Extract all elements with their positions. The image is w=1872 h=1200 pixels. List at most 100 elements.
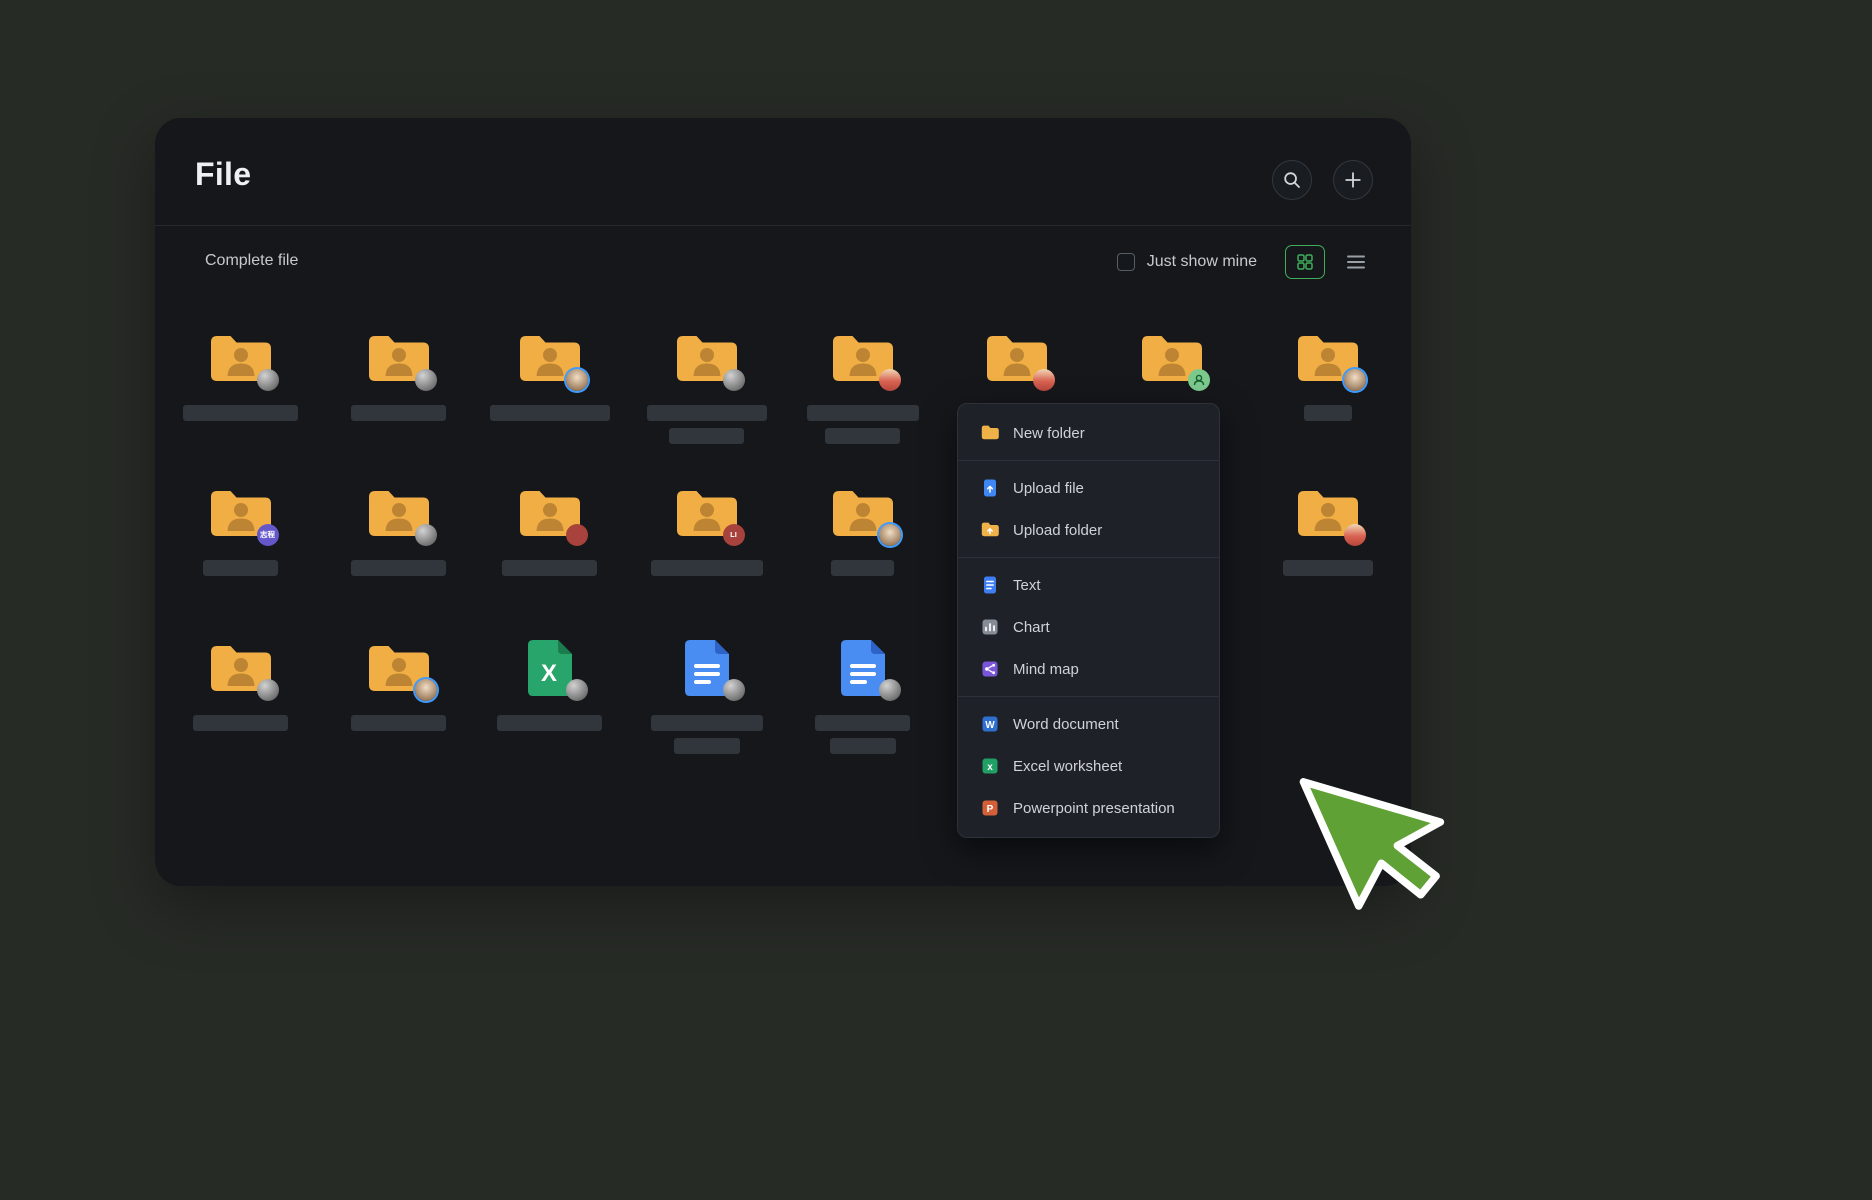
ppt-icon: P xyxy=(980,798,1000,818)
file-name-placeholder xyxy=(183,405,298,421)
collaborator-avatar xyxy=(566,369,588,391)
collaborator-avatar xyxy=(879,369,901,391)
menu-item-label: Mind map xyxy=(1013,661,1079,678)
collaborator-avatar xyxy=(415,679,437,701)
file-label xyxy=(471,405,628,421)
file-label xyxy=(784,560,941,576)
file-label xyxy=(628,405,785,444)
file-item[interactable]: X xyxy=(471,633,628,731)
folder-icon xyxy=(938,323,1095,393)
folder-icon xyxy=(1249,478,1406,548)
folder-icon xyxy=(1249,323,1406,393)
file-name-placeholder xyxy=(502,560,597,576)
file-name-placeholder xyxy=(1304,405,1352,421)
file-item[interactable] xyxy=(320,323,477,421)
file-name-placeholder xyxy=(651,560,763,576)
collaborator-avatar xyxy=(566,524,588,546)
file-item[interactable] xyxy=(938,323,1095,405)
avatar-initials: 志程 xyxy=(260,531,275,539)
mind-map-icon xyxy=(980,659,1000,679)
collaborator-avatar xyxy=(879,524,901,546)
menu-item-upload-file[interactable]: Upload file xyxy=(958,467,1219,509)
collaborator-avatar xyxy=(415,524,437,546)
collaborator-avatar xyxy=(1033,369,1055,391)
file-label xyxy=(162,560,319,576)
word-icon: W xyxy=(980,714,1000,734)
new-folder-icon xyxy=(980,423,1000,443)
file-item[interactable] xyxy=(162,633,319,731)
menu-item-label: Upload file xyxy=(1013,480,1084,497)
svg-text:X: X xyxy=(540,660,556,687)
file-item[interactable]: LI xyxy=(628,478,785,576)
menu-item-mind-map[interactable]: Mind map xyxy=(958,648,1219,690)
menu-item-chart[interactable]: Chart xyxy=(958,606,1219,648)
collaborator-avatar xyxy=(723,679,745,701)
folder-icon xyxy=(162,323,319,393)
file-name-placeholder xyxy=(1283,560,1373,576)
file-item[interactable] xyxy=(1093,323,1250,405)
svg-text:W: W xyxy=(985,720,995,731)
folder-icon xyxy=(320,478,477,548)
svg-text:P: P xyxy=(987,804,994,815)
avatar-initials: LI xyxy=(730,531,737,539)
upload-file-icon xyxy=(980,478,1000,498)
menu-item-excel-worksheet[interactable]: x Excel worksheet xyxy=(958,745,1219,787)
context-menu: New folder Upload file Upload folder Text Ch… xyxy=(957,403,1220,838)
menu-item-label: Excel worksheet xyxy=(1013,758,1122,775)
file-name-placeholder xyxy=(647,405,767,421)
menu-item-label: Text xyxy=(1013,577,1041,594)
file-name-placeholder xyxy=(351,405,446,421)
file-item[interactable] xyxy=(1249,323,1406,421)
share-person-icon xyxy=(1192,373,1206,387)
file-name-placeholder xyxy=(651,715,763,731)
menu-item-label: Powerpoint presentation xyxy=(1013,800,1175,817)
collaborator-avatar: LI xyxy=(723,524,745,546)
file-label xyxy=(320,560,477,576)
file-label xyxy=(628,715,785,754)
file-item[interactable] xyxy=(1249,478,1406,576)
file-item[interactable] xyxy=(162,323,319,421)
menu-item-word-document[interactable]: WWord document xyxy=(958,703,1219,745)
file-item[interactable] xyxy=(784,323,941,444)
folder-icon xyxy=(471,478,628,548)
folder-icon xyxy=(320,633,477,703)
menu-item-powerpoint-presentation[interactable]: P Powerpoint presentation xyxy=(958,787,1219,829)
file-item[interactable] xyxy=(471,478,628,576)
file-name-placeholder xyxy=(815,715,910,731)
file-item[interactable] xyxy=(628,323,785,444)
menu-item-label: Chart xyxy=(1013,619,1050,636)
menu-group: Upload file Upload folder xyxy=(958,461,1219,557)
file-name-placeholder xyxy=(807,405,919,421)
collaborator-avatar xyxy=(723,369,745,391)
menu-group: Text Chart Mind map xyxy=(958,558,1219,696)
file-name-placeholder xyxy=(193,715,288,731)
file-label xyxy=(320,405,477,421)
file-name-placeholder xyxy=(830,738,896,754)
file-name-placeholder xyxy=(351,560,446,576)
file-item[interactable] xyxy=(471,323,628,421)
menu-group: New folder xyxy=(958,406,1219,460)
file-item[interactable]: 志程 xyxy=(162,478,319,576)
collaborator-avatar: 志程 xyxy=(257,524,279,546)
file-item[interactable] xyxy=(784,478,941,576)
text-icon xyxy=(980,575,1000,595)
file-label xyxy=(162,405,319,421)
file-label xyxy=(784,715,941,754)
menu-item-upload-folder[interactable]: Upload folder xyxy=(958,509,1219,551)
file-item[interactable] xyxy=(320,633,477,731)
folder-icon xyxy=(784,478,941,548)
collaborator-avatar xyxy=(257,369,279,391)
folder-icon: LI xyxy=(628,478,785,548)
menu-item-text[interactable]: Text xyxy=(958,564,1219,606)
file-name-placeholder xyxy=(497,715,602,731)
file-manager-window: File Complete file Just show mine xyxy=(155,118,1411,886)
file-name-placeholder xyxy=(203,560,278,576)
file-item[interactable] xyxy=(320,478,477,576)
folder-icon: 志程 xyxy=(162,478,319,548)
menu-item-new-folder[interactable]: New folder xyxy=(958,412,1219,454)
svg-text:x: x xyxy=(987,762,993,773)
file-item[interactable] xyxy=(784,633,941,754)
folder-icon xyxy=(162,633,319,703)
file-label xyxy=(1249,560,1406,576)
file-item[interactable] xyxy=(628,633,785,754)
